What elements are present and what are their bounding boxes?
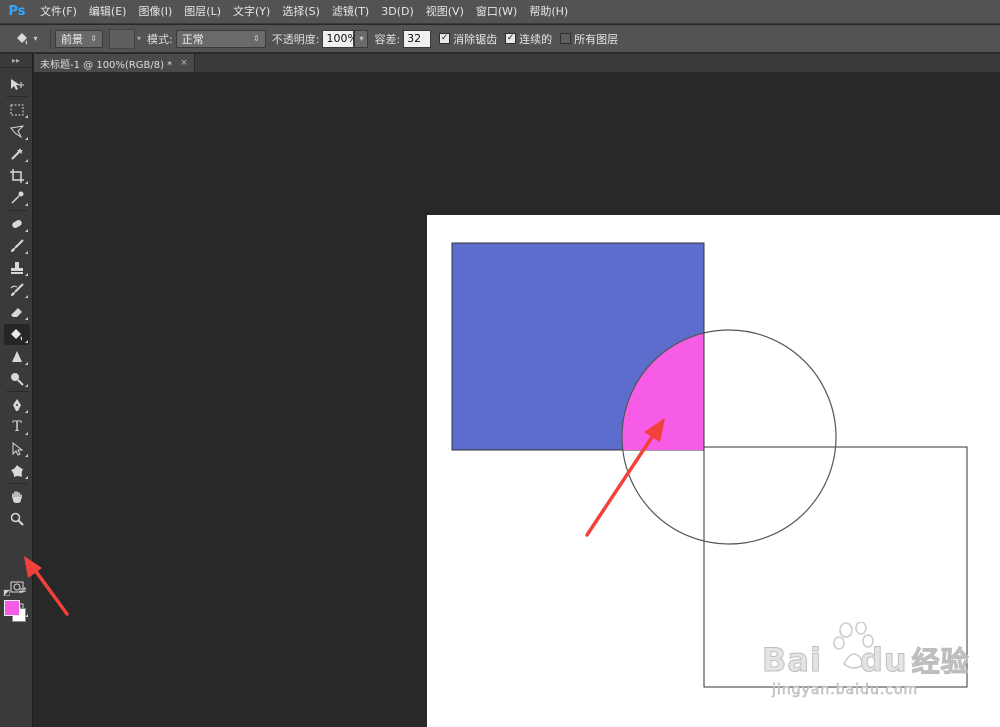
crop-tool-icon[interactable] (4, 165, 30, 186)
menu-bar: Ps 文件(F) 编辑(E) 图像(I) 图层(L) 文字(Y) 选择(S) 滤… (0, 0, 1000, 24)
options-bar: ▾ 前景 ⇕ ▾ 模式: 正常 ⇕ 不透明度: 100% ▾ 容差: 32 ✓ … (0, 25, 1000, 53)
separator (50, 28, 51, 49)
brush-icon[interactable] (4, 235, 30, 256)
move-tool-icon[interactable] (4, 74, 30, 95)
magic-wand-icon[interactable] (4, 143, 30, 164)
opacity-label: 不透明度: (271, 32, 320, 46)
menu-edit[interactable]: 编辑(E) (83, 0, 133, 24)
all-layers-label: 所有图层 (574, 32, 619, 46)
opacity-input[interactable]: 100% (322, 29, 358, 48)
eraser-icon[interactable] (4, 301, 30, 322)
dodge-tool-icon[interactable] (4, 368, 30, 389)
menu-3d[interactable]: 3D(D) (375, 0, 420, 24)
document-canvas[interactable] (427, 215, 1000, 727)
tools-panel: ▸▸ T ◩ ⇄ (0, 54, 33, 727)
tolerance-label: 容差: (374, 32, 401, 46)
document-tab-bar: 未标题-1 @ 100%(RGB/8) * × (34, 54, 1000, 72)
lasso-tool-icon[interactable] (4, 121, 30, 142)
antialias-checkbox[interactable]: ✓ (439, 33, 451, 44)
zoom-tool-icon[interactable] (4, 508, 30, 529)
path-selection-icon[interactable] (4, 438, 30, 459)
contiguous-label: 连续的 (519, 32, 553, 46)
custom-shape-icon[interactable] (4, 460, 30, 481)
tolerance-input[interactable]: 32 (403, 29, 432, 48)
rectangle-outline-lower-right (703, 446, 968, 688)
close-icon[interactable]: × (180, 58, 188, 68)
menu-view[interactable]: 视图(V) (420, 0, 470, 24)
foreground-color-swatch[interactable] (4, 600, 20, 616)
paint-bucket-icon (17, 32, 28, 44)
menu-layer[interactable]: 图层(L) (178, 0, 227, 24)
fill-source-select[interactable]: 前景 ⇕ (55, 29, 103, 48)
mode-select[interactable]: 正常 ⇕ (175, 29, 266, 48)
fill-source-value: 前景 (61, 32, 83, 46)
menu-select[interactable]: 选择(S) (276, 0, 326, 24)
mode-value: 正常 (181, 32, 204, 46)
photoshop-logo: Ps (8, 4, 26, 19)
hand-tool-icon[interactable] (4, 486, 30, 507)
paint-bucket-tool-icon[interactable] (4, 324, 30, 345)
quick-mask-icon[interactable] (4, 576, 30, 597)
document-tab[interactable]: 未标题-1 @ 100%(RGB/8) * × (34, 54, 195, 72)
menu-help[interactable]: 帮助(H) (523, 0, 574, 24)
menu-window[interactable]: 窗口(W) (470, 0, 523, 24)
spot-healing-icon[interactable] (4, 213, 30, 234)
chevron-down-icon: ▾ (33, 34, 38, 43)
antialias-label: 消除锯齿 (453, 32, 498, 46)
menu-file[interactable]: 文件(F) (34, 0, 83, 24)
contiguous-checkbox[interactable]: ✓ (505, 33, 517, 44)
clone-stamp-icon[interactable] (4, 257, 30, 278)
blur-tool-icon[interactable] (4, 346, 30, 367)
filled-intersection-region (622, 332, 704, 450)
all-layers-checkbox[interactable] (560, 33, 572, 44)
menu-filter[interactable]: 滤镜(T) (326, 0, 375, 24)
menu-image[interactable]: 图像(I) (132, 0, 178, 24)
marquee-tool-icon[interactable] (4, 99, 30, 120)
pen-tool-icon[interactable] (4, 394, 30, 415)
document-tab-title: 未标题-1 @ 100%(RGB/8) * (40, 59, 173, 71)
pattern-picker[interactable] (109, 28, 135, 49)
panel-collapse-handle[interactable]: ▸▸ (0, 54, 32, 68)
chevron-down-icon[interactable]: ▾ (137, 34, 141, 43)
tool-preset-picker[interactable]: ▾ (6, 27, 46, 51)
updown-arrow-icon: ⇕ (253, 34, 260, 43)
type-tool-icon[interactable]: T (4, 416, 30, 437)
artwork (451, 242, 968, 688)
menu-type[interactable]: 文字(Y) (227, 0, 276, 24)
eyedropper-icon[interactable] (4, 187, 30, 208)
opacity-dropdown-button[interactable]: ▾ (354, 29, 369, 48)
updown-arrow-icon: ⇕ (90, 34, 97, 43)
history-brush-icon[interactable] (4, 279, 30, 300)
mode-label: 模式: (147, 32, 173, 46)
